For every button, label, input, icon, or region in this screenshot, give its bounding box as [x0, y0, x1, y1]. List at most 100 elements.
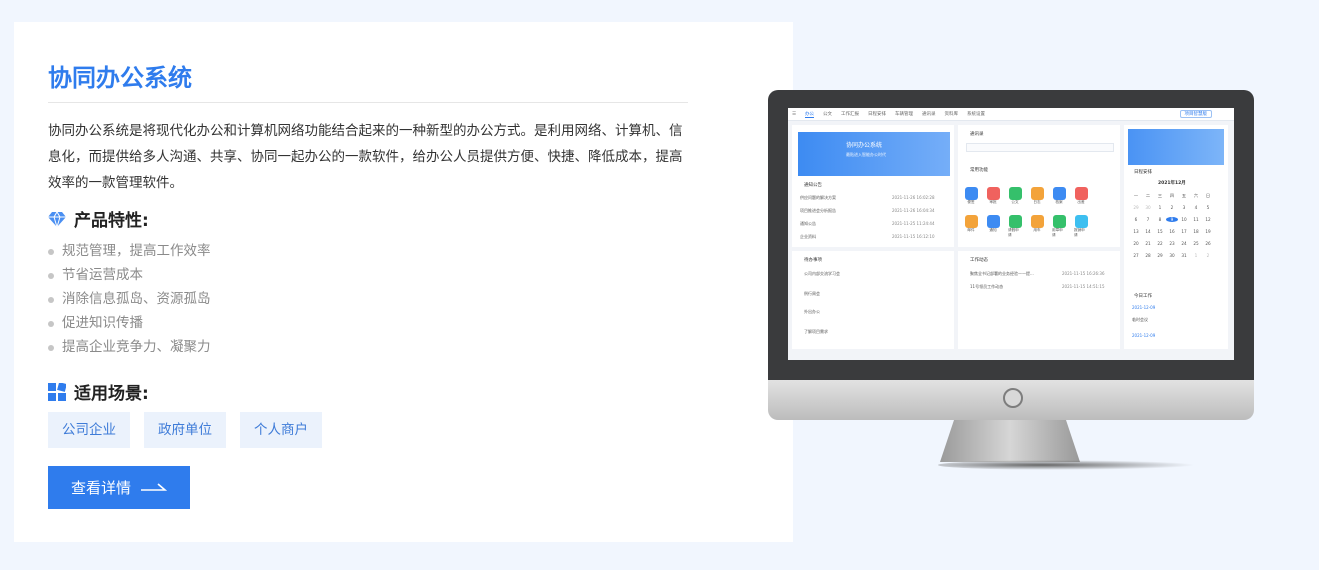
- function-label: 报销申请: [1074, 228, 1085, 237]
- notice-title: 企业资料: [800, 234, 816, 239]
- scene-tag-company[interactable]: 公司企业: [48, 412, 130, 448]
- screen-right: 日程安排 2021年12月 一二三四五六日 29 30 1 2 3 4 5 6 7 8 9 10 11 1…: [1124, 125, 1228, 349]
- work-date: 2021-11-15 14:51:15: [1062, 284, 1105, 289]
- grid-icon: [48, 382, 66, 401]
- contacts-heading: 通讯录: [970, 132, 984, 137]
- functions-heading: 常用功能: [970, 168, 988, 173]
- product-description: 协同办公系统是将现代化办公和计算机网络功能结合起来的一种新型的办公方式。是利用网…: [48, 123, 683, 191]
- todo-heading: 待办事项: [804, 258, 822, 263]
- calendar-day: 26: [1205, 241, 1211, 246]
- notice-date: 2021-11-26 16:02:28: [892, 195, 935, 200]
- work-row: 11号领员工作动态 2021-11-15 14:51:15: [970, 284, 1104, 290]
- monitor-illustration: ☰ 办公 公文 工作汇报 日程安排 车辆管理 通讯录 资料库 系统设置 项目智慧…: [768, 90, 1254, 480]
- calendar-day: 6: [1134, 217, 1138, 222]
- contacts-search-input: [966, 143, 1114, 152]
- monitor-button: [1003, 388, 1023, 408]
- banner-subtitle: 最贴进入智能办公时代: [846, 152, 886, 157]
- work-date: 2021-11-15 16:26:36: [1062, 271, 1105, 276]
- calendar-day: 7: [1146, 217, 1150, 222]
- function-label: 出差: [1077, 200, 1085, 204]
- calendar-days: 29 30 1 2 3 4 5 6 7 8 9 10 11 12 13 14 15 16 17 18 19 20 21 22 2…: [1130, 205, 1214, 258]
- calendar-day: 24: [1181, 241, 1187, 246]
- todo-row: 了解项目需求: [804, 329, 828, 334]
- function-label: 请假申请: [1008, 228, 1019, 237]
- function-icon: [1052, 187, 1066, 200]
- notice-heading: 通知公告: [804, 183, 822, 188]
- scene-tag-merchant[interactable]: 个人商户: [240, 412, 322, 448]
- work-title: 聚焦全书记部署的业务经验——提...: [970, 271, 1034, 276]
- features-heading: 产品特性:: [48, 206, 149, 231]
- list-item: 消除信息孤岛、资源孤岛: [48, 287, 211, 311]
- monitor-stand: [940, 420, 1080, 462]
- notice-title: 通知公告: [800, 221, 816, 226]
- notice-row: 供应问题的解决方案 2021-11-26 16:02:28: [800, 195, 934, 201]
- calendar-day: 4: [1194, 205, 1198, 210]
- screen-banner: 协同办公系统 最贴进入智能办公时代: [798, 132, 950, 176]
- menu-icon: ☰: [792, 111, 797, 117]
- calendar-day: 25: [1193, 241, 1199, 246]
- calendar-day: 1: [1194, 253, 1198, 258]
- function-label: 用车: [1033, 228, 1041, 232]
- function-icon: [1008, 187, 1022, 200]
- function-label: 便签: [967, 200, 975, 204]
- weekday-label: 三: [1157, 193, 1163, 198]
- function-icon: [1030, 187, 1044, 200]
- function-item: 档案: [1052, 187, 1066, 205]
- view-details-label: 查看详情: [70, 479, 131, 497]
- list-item: 促进知识传播: [48, 311, 211, 335]
- calendar-weekdays: 一二三四五六日: [1130, 193, 1214, 199]
- screen-nav-item: 工作汇报: [841, 112, 860, 117]
- arrow-right-icon: [141, 482, 167, 491]
- calendar-day: 15: [1157, 229, 1163, 234]
- view-details-button[interactable]: 查看详情: [48, 466, 190, 509]
- features-heading-label: 产品特性:: [74, 211, 149, 231]
- function-icon: [1074, 187, 1088, 200]
- today-heading: 今日工作: [1134, 294, 1152, 299]
- weekday-label: 六: [1193, 193, 1199, 198]
- weekday-label: 五: [1181, 193, 1187, 198]
- function-item: 便签: [964, 187, 978, 205]
- calendar-day: 27: [1133, 253, 1139, 258]
- screen-left-bottom: 待办事项 公司内部交流学习会 例行周会 外出办公 了解项目需求: [792, 251, 954, 349]
- scenes-heading: 适用场景:: [48, 379, 149, 404]
- functions-grid: 便签 审批 公文 日志 档案 出差 邮件 通知 请假申请 用车 用章申请 报销申请: [964, 187, 1088, 238]
- screen-middle-bottom: 工作动态 聚焦全书记部署的业务经验——提... 2021-11-15 16:26:…: [958, 251, 1120, 349]
- notice-title: 项目推进会分析报告: [800, 208, 836, 213]
- weekday-label: 日: [1205, 193, 1211, 198]
- calendar-day: 30: [1145, 205, 1151, 210]
- screen-nav-button: 项目智慧版: [1179, 110, 1212, 118]
- screen-left-top: 协同办公系统 最贴进入智能办公时代 通知公告 供应问题的解决方案 2021-11-…: [792, 125, 954, 247]
- function-icon: [986, 215, 1000, 228]
- list-item: 规范管理，提高工作效率: [48, 239, 211, 263]
- function-item: 出差: [1074, 187, 1088, 205]
- screen-middle-top: 通讯录 常用功能 便签 审批 公文 日志 档案 出差 邮件 通知 请假申请 用车 用章申请 报销申请: [958, 125, 1120, 247]
- function-label: 通知: [989, 228, 997, 232]
- screen-mockup: ☰ 办公 公文 工作汇报 日程安排 车辆管理 通讯录 资料库 系统设置 项目智慧…: [788, 108, 1234, 360]
- calendar-day: 18: [1193, 229, 1199, 234]
- calendar-day: 5: [1206, 205, 1210, 210]
- function-icon: [1074, 215, 1088, 228]
- notice-row: 企业资料 2021-11-15 16:12:10: [800, 234, 934, 240]
- function-icon: [1052, 215, 1066, 228]
- notice-row: 通知公告 2021-11-25 11:24:44: [800, 221, 934, 227]
- function-icon: [964, 187, 978, 200]
- today-item: 临时会议: [1132, 317, 1148, 322]
- todo-row: 公司内部交流学习会: [804, 271, 840, 276]
- banner-title: 协同办公系统: [846, 142, 883, 149]
- function-item: 邮件: [964, 215, 978, 238]
- screen-nav: ☰ 办公 公文 工作汇报 日程安排 车辆管理 通讯录 资料库 系统设置 项目智慧…: [788, 108, 1234, 121]
- calendar-day: 2: [1170, 205, 1174, 210]
- calendar-day: 9: [1166, 217, 1178, 222]
- function-item: 日志: [1030, 187, 1044, 205]
- calendar-day: 31: [1181, 253, 1187, 258]
- calendar-day: 19: [1205, 229, 1211, 234]
- function-label: 日志: [1033, 200, 1041, 204]
- function-icon: [1008, 215, 1022, 228]
- screen-nav-item: 车辆管理: [895, 112, 914, 117]
- calendar-day: 3: [1182, 205, 1186, 210]
- calendar-day: 28: [1145, 253, 1151, 258]
- scene-tag-government[interactable]: 政府单位: [144, 412, 226, 448]
- calendar: 一二三四五六日 29 30 1 2 3 4 5 6 7 8 9 10 11 12 13 14 15 16 17 18 1…: [1130, 193, 1214, 258]
- screen-nav-item: 办公: [805, 111, 815, 118]
- function-item: 公文: [1008, 187, 1022, 205]
